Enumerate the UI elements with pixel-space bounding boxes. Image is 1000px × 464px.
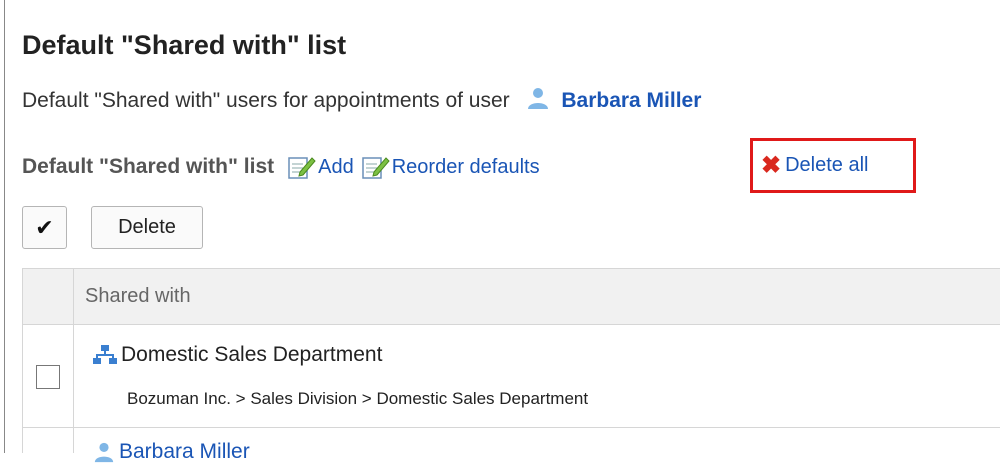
- shared-with-table: Shared with Domestic Sales Department Bo…: [22, 268, 1000, 463]
- page-subtitle: Default "Shared with" users for appointm…: [22, 86, 701, 116]
- list-toolbar: Default "Shared with" list Add Reorder d…: [22, 150, 548, 184]
- page-title: Default "Shared with" list: [22, 30, 347, 60]
- header-select-cell: [23, 269, 74, 324]
- toolbar-label: Default "Shared with" list: [22, 155, 275, 178]
- delete-all-link[interactable]: ✖ Delete all: [750, 138, 916, 193]
- reorder-label: Reorder defaults: [391, 155, 540, 178]
- add-label: Add: [318, 155, 354, 178]
- row-name[interactable]: Barbara Miller: [93, 440, 250, 464]
- edit-icon: [361, 157, 390, 179]
- row-name-label: Barbara Miller: [119, 440, 250, 463]
- delete-x-icon: ✖: [761, 151, 782, 179]
- row-path: Bozuman Inc. > Sales Division > Domestic…: [127, 389, 589, 408]
- subtitle-text: Default "Shared with" users for appointm…: [22, 89, 510, 112]
- frame-border: [4, 0, 5, 453]
- user-icon: [526, 86, 550, 116]
- table-row: Barbara Miller: [23, 428, 1000, 463]
- row-name-label: Domestic Sales Department: [121, 343, 383, 366]
- row-checkbox[interactable]: [36, 365, 60, 389]
- org-icon: [93, 345, 117, 364]
- edit-icon: [288, 157, 316, 179]
- row-select-cell: [23, 428, 74, 453]
- table-header: Shared with: [23, 268, 1000, 325]
- delete-button[interactable]: Delete: [91, 206, 203, 249]
- table-row: Domestic Sales Department Bozuman Inc. >…: [23, 325, 1000, 428]
- delete-all-label: Delete all: [785, 154, 869, 176]
- add-link[interactable]: Add: [288, 154, 354, 180]
- user-link[interactable]: Barbara Miller: [561, 89, 701, 112]
- column-header-shared-with: Shared with: [85, 285, 191, 307]
- reorder-defaults-link[interactable]: Reorder defaults: [361, 154, 540, 180]
- row-name: Domestic Sales Department: [93, 343, 382, 367]
- select-all-button[interactable]: ✔: [22, 206, 67, 249]
- row-select-cell: [23, 325, 74, 427]
- user-icon: [94, 442, 114, 463]
